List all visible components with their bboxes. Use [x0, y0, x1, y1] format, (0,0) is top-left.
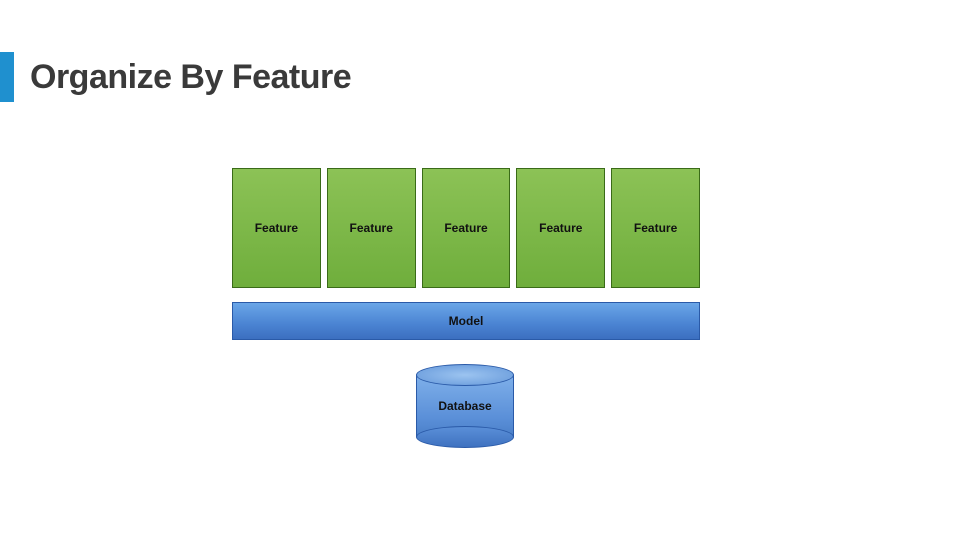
page-title: Organize By Feature: [30, 58, 351, 97]
model-label: Model: [449, 314, 484, 328]
feature-box: Feature: [232, 168, 321, 288]
feature-label: Feature: [444, 221, 487, 235]
feature-label: Feature: [255, 221, 298, 235]
feature-label: Feature: [350, 221, 393, 235]
slide: Organize By Feature Feature Feature Feat…: [0, 0, 960, 540]
feature-box: Feature: [422, 168, 511, 288]
features-row: Feature Feature Feature Feature Feature: [232, 168, 700, 288]
feature-box: Feature: [327, 168, 416, 288]
title-block: Organize By Feature: [0, 52, 351, 102]
accent-bar: [0, 52, 14, 102]
feature-label: Feature: [539, 221, 582, 235]
database-cylinder: Database: [416, 364, 514, 448]
feature-label: Feature: [634, 221, 677, 235]
feature-box: Feature: [611, 168, 700, 288]
model-bar: Model: [232, 302, 700, 340]
database-label: Database: [416, 364, 514, 448]
feature-box: Feature: [516, 168, 605, 288]
